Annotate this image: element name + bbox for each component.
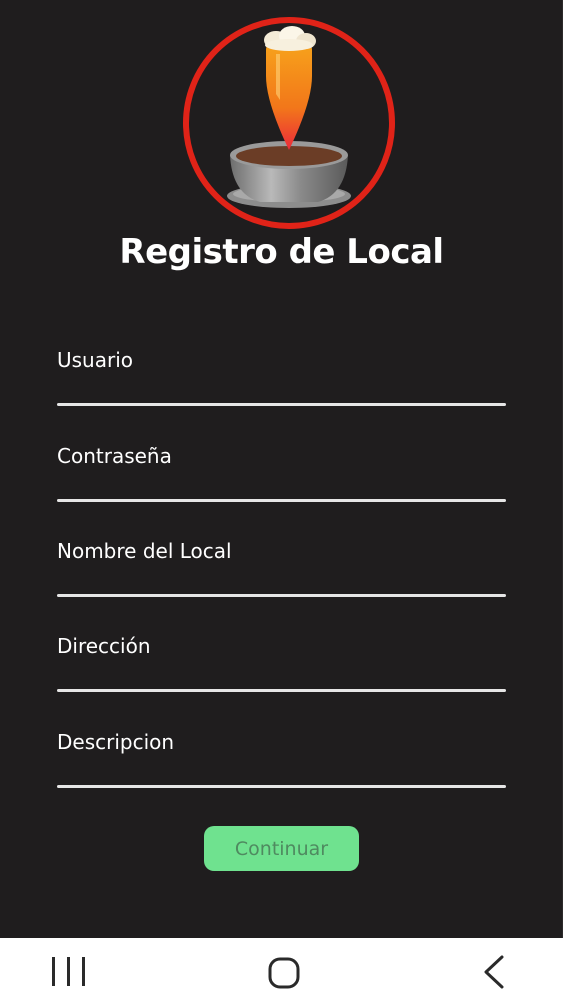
username-underline bbox=[57, 403, 506, 406]
password-label: Contraseña bbox=[57, 444, 172, 468]
app-logo bbox=[183, 17, 395, 229]
home-button[interactable] bbox=[244, 938, 324, 1000]
recent-apps-button[interactable] bbox=[30, 938, 110, 1000]
continue-button[interactable]: Continuar bbox=[204, 826, 359, 871]
local-name-label: Nombre del Local bbox=[57, 539, 232, 563]
description-field[interactable]: Descripcion bbox=[57, 730, 506, 810]
home-icon bbox=[268, 957, 300, 989]
app-screen: Registro de Local Usuario Contraseña Nom… bbox=[0, 0, 563, 938]
recent-apps-icon bbox=[52, 957, 85, 986]
password-underline bbox=[57, 499, 506, 502]
username-field[interactable]: Usuario bbox=[57, 348, 506, 428]
system-nav-bar bbox=[0, 938, 563, 1000]
username-label: Usuario bbox=[57, 348, 134, 372]
address-field[interactable]: Dirección bbox=[57, 634, 506, 714]
address-label: Dirección bbox=[57, 634, 151, 658]
description-underline bbox=[57, 785, 506, 788]
local-name-underline bbox=[57, 594, 506, 597]
password-field[interactable]: Contraseña bbox=[57, 444, 506, 524]
local-name-field[interactable]: Nombre del Local bbox=[57, 539, 506, 619]
back-button[interactable] bbox=[455, 938, 535, 1000]
back-icon bbox=[484, 955, 504, 989]
page-title: Registro de Local bbox=[119, 232, 444, 272]
address-underline bbox=[57, 689, 506, 692]
description-label: Descripcion bbox=[57, 730, 175, 754]
